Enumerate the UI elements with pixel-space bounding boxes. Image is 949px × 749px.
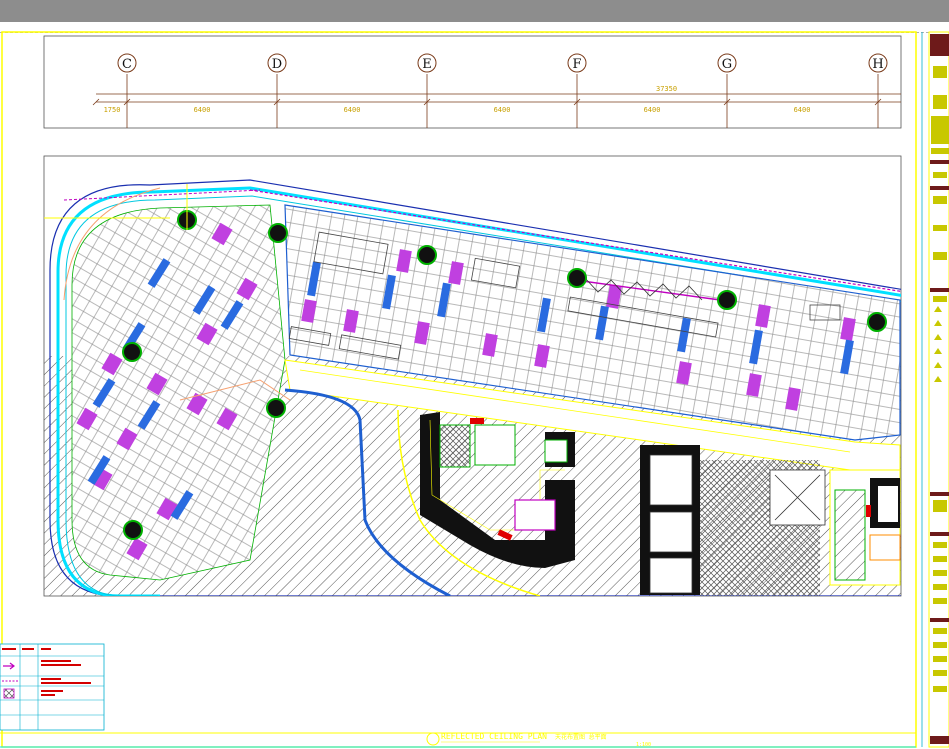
legend-table	[0, 643, 105, 731]
footer-title: REFLECTED CEILING PLAN	[441, 732, 547, 741]
grid-axis-panel	[43, 35, 902, 129]
footer-title-block: REFLECTED CEILING PLAN 天花布置图 总平面 1:100	[426, 732, 651, 748]
footer-subtitle: 天花布置图 总平面	[555, 733, 607, 741]
dimension-label: 6400	[194, 106, 211, 114]
dimension-label: 6400	[794, 106, 811, 114]
dimension-label: 6400	[344, 106, 361, 114]
hatch-square-icon	[3, 688, 15, 699]
title-block-strip	[921, 31, 949, 748]
drawing-canvas[interactable]: C D E F G H 1750 6400 6400 6400 6400 6400 37350	[0, 0, 949, 749]
dimension-label: 1750	[104, 106, 121, 114]
total-dimension: 37350	[656, 85, 677, 93]
axis-label: E	[422, 57, 432, 72]
axis-label: H	[872, 57, 883, 72]
axis-label: D	[272, 57, 282, 72]
axis-label: C	[122, 57, 132, 72]
footer-scale: 1:100	[636, 742, 651, 748]
axis-label: G	[722, 57, 732, 72]
axis-label: F	[572, 57, 581, 72]
dimension-label: 6400	[494, 106, 511, 114]
dimension-label: 6400	[644, 106, 661, 114]
